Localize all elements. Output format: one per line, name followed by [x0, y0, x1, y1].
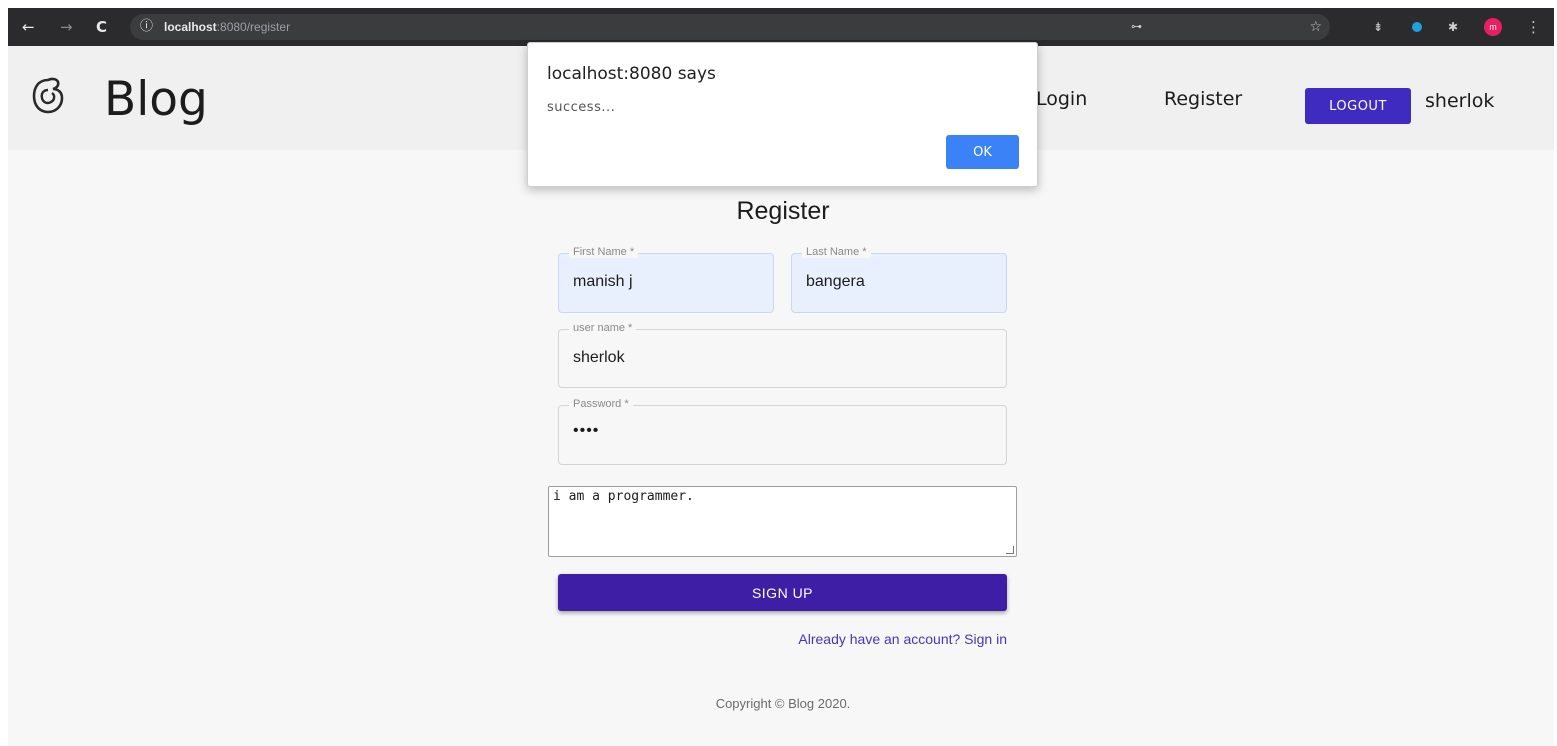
password-value: •••• [573, 422, 600, 439]
site-info-icon[interactable]: ⓘ [140, 14, 153, 40]
bio-textarea[interactable]: i am a programmer. [548, 486, 1017, 557]
alert-message: success... [547, 100, 616, 115]
textarea-resize-handle[interactable] [1006, 546, 1014, 554]
sign-up-button[interactable]: SIGN UP [558, 574, 1007, 611]
password-field[interactable]: Password * •••• [558, 398, 1007, 465]
alert-dialog: localhost:8080 says success... OK [527, 42, 1038, 187]
password-label: Password * [569, 398, 633, 410]
profile-avatar-icon[interactable]: m [1484, 18, 1502, 36]
browser-menu-icon[interactable]: ⋮ [1526, 8, 1541, 46]
browser-toolbar: ← → C ⓘ localhost:8080/register ⊶ ☆ ⇟ ✱ … [8, 8, 1554, 46]
last-name-label: Last Name * [802, 246, 871, 258]
address-bar[interactable]: ⓘ localhost:8080/register ⊶ ☆ [130, 14, 1330, 40]
nav-register-link[interactable]: Register [1164, 88, 1242, 110]
ok-button[interactable]: OK [946, 135, 1019, 169]
logout-button[interactable]: LOGOUT [1305, 88, 1411, 124]
first-name-field[interactable]: First Name * manish j [558, 246, 774, 313]
extension-download-icon[interactable]: ⇟ [1373, 8, 1383, 46]
page-title: Register [736, 197, 830, 225]
current-username: sherlok [1425, 90, 1495, 112]
browser-window: ← → C ⓘ localhost:8080/register ⊶ ☆ ⇟ ✱ … [8, 8, 1554, 746]
extensions-puzzle-icon[interactable]: ✱ [1448, 8, 1458, 46]
last-name-value: bangera [806, 273, 865, 290]
url-path: :8080/register [216, 20, 291, 34]
bookmark-star-icon[interactable]: ☆ [1309, 14, 1322, 40]
nav-login-link[interactable]: Login [1036, 88, 1087, 110]
username-field[interactable]: user name * sherlok [558, 322, 1007, 388]
reload-icon[interactable]: C [96, 8, 107, 46]
url-host: localhost [164, 20, 217, 34]
brand-title[interactable]: Blog [104, 72, 208, 127]
url-text[interactable]: localhost:8080/register [164, 14, 290, 40]
blog-logo-icon[interactable] [30, 76, 66, 116]
bio-text: i am a programmer. [553, 489, 694, 504]
copyright-text: Copyright © Blog 2020. [715, 696, 851, 711]
username-label: user name * [569, 322, 637, 334]
password-key-icon[interactable]: ⊶ [1131, 14, 1142, 40]
last-name-field[interactable]: Last Name * bangera [791, 246, 1007, 313]
sign-in-link[interactable]: Already have an account? Sign in [708, 631, 1007, 647]
first-name-label: First Name * [569, 246, 639, 258]
first-name-value: manish j [573, 273, 633, 290]
alert-title: localhost:8080 says [547, 64, 716, 84]
forward-icon[interactable]: → [60, 8, 73, 46]
back-icon[interactable]: ← [22, 8, 35, 46]
username-value: sherlok [573, 349, 625, 366]
extension-blue-icon[interactable] [1412, 22, 1422, 32]
